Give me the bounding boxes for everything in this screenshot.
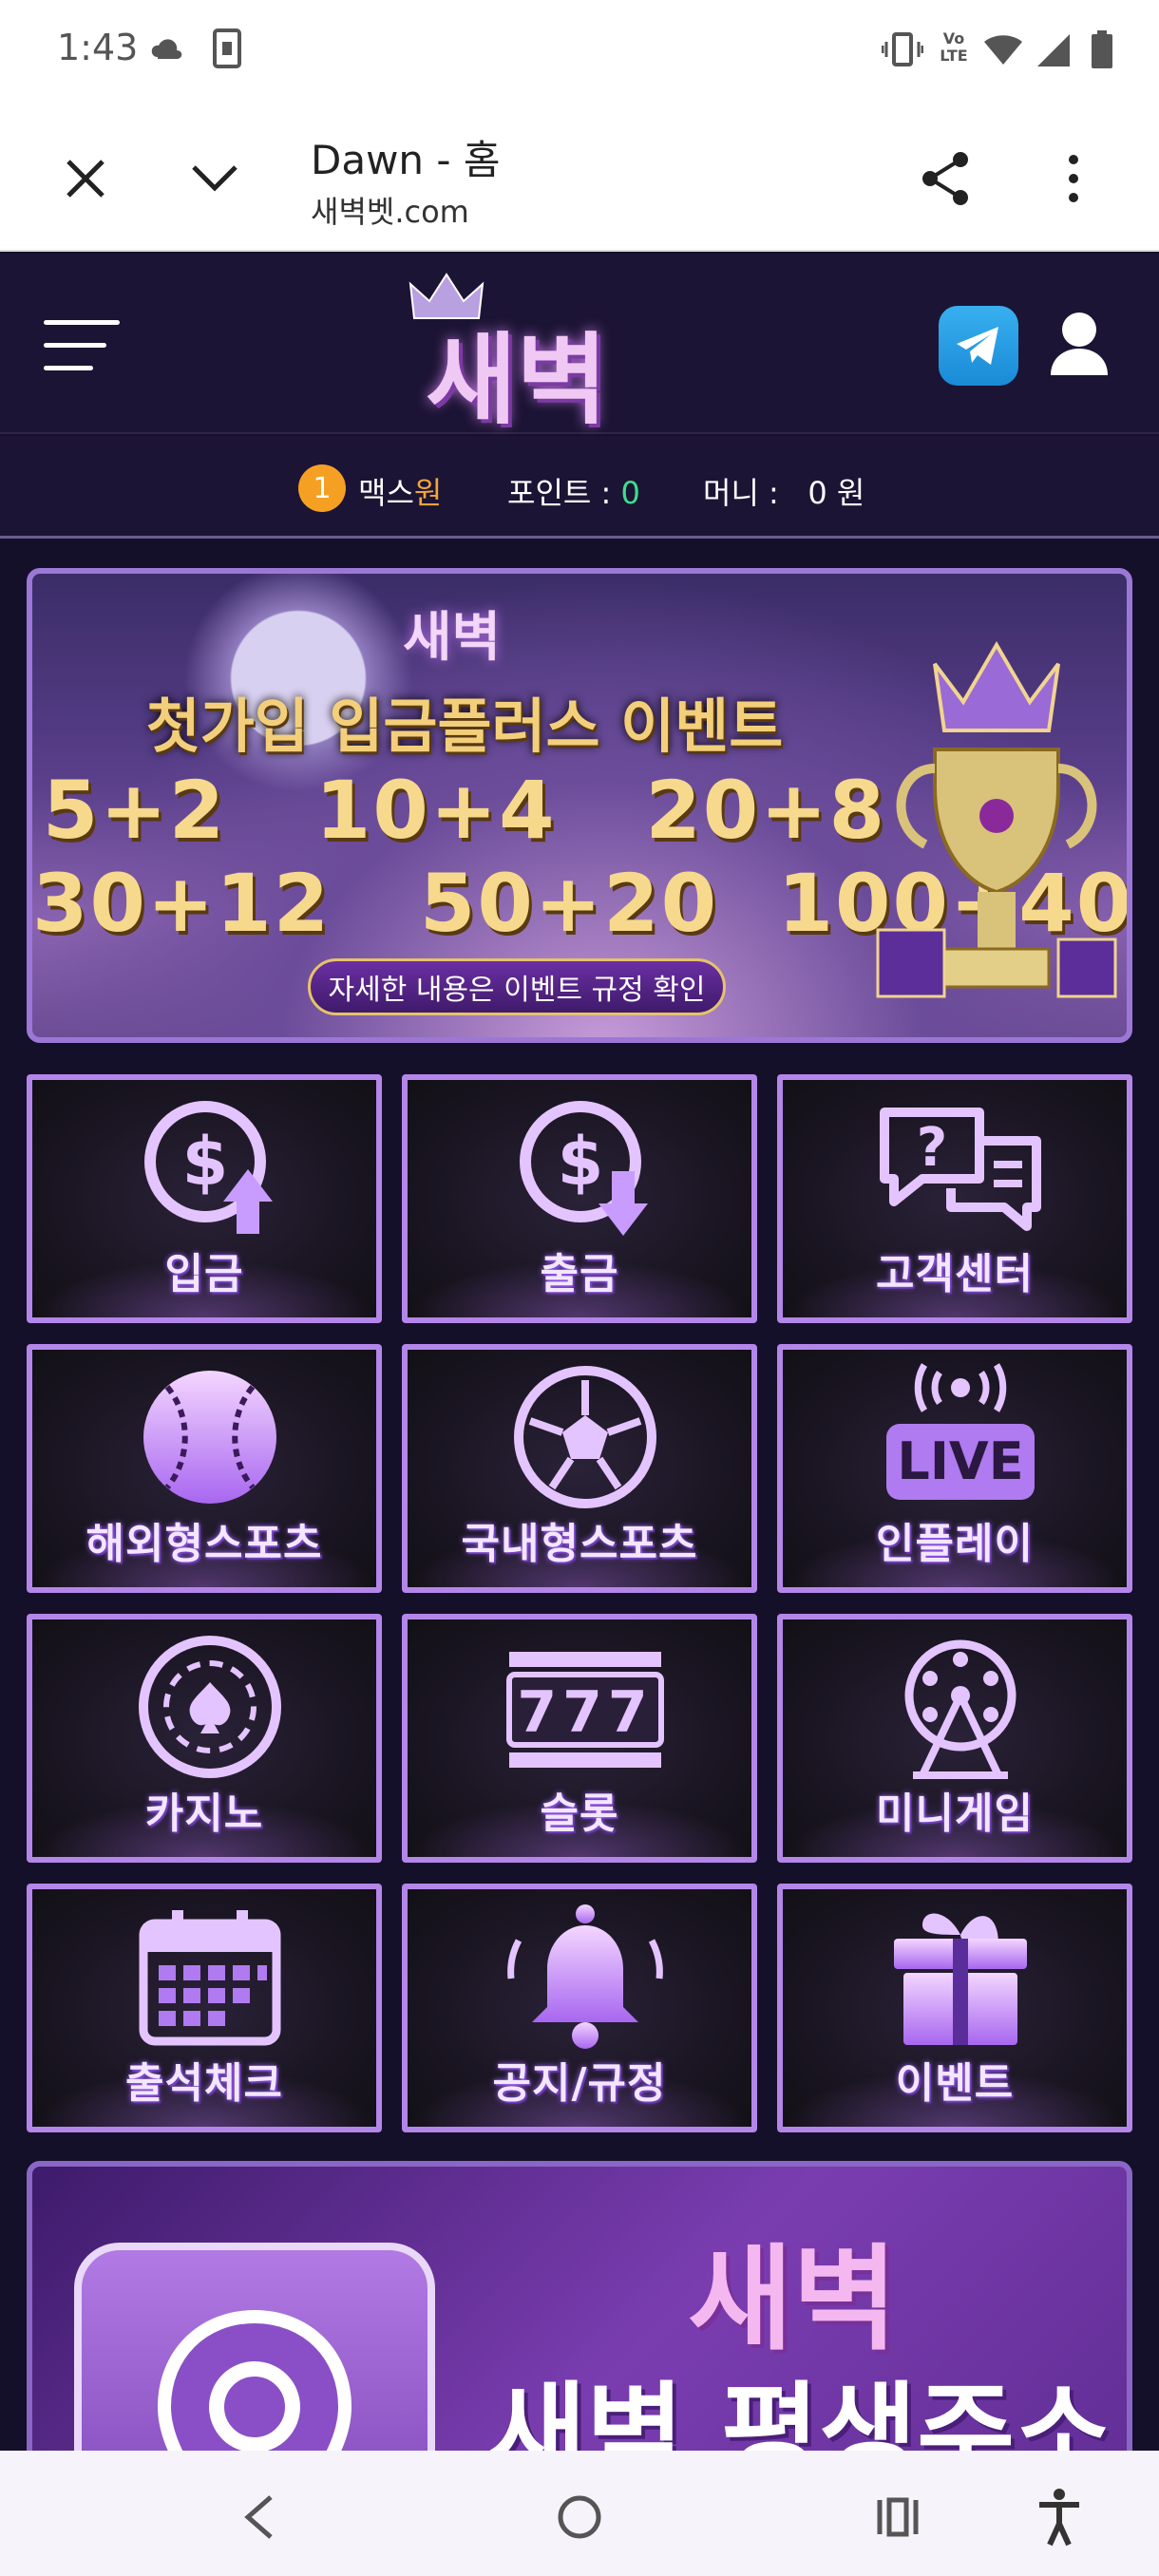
nav-recents-button[interactable] bbox=[855, 2479, 940, 2555]
menu-line bbox=[44, 343, 106, 348]
banner-bonus-row-1: 5+2 10+4 20+8 bbox=[42, 764, 887, 857]
tile-label: 출금 bbox=[540, 1250, 619, 1298]
banner-brand: 새벽 bbox=[403, 607, 502, 669]
baseball-icon bbox=[143, 1371, 276, 1504]
points-label: 포인트 : bbox=[507, 475, 621, 511]
tile-withdraw[interactable]: $ 출금 bbox=[402, 1074, 757, 1323]
close-icon bbox=[66, 160, 104, 198]
menu-line bbox=[44, 366, 93, 370]
telegram-icon bbox=[957, 327, 998, 365]
points-value: 0 bbox=[620, 475, 640, 511]
user-button[interactable] bbox=[1045, 309, 1113, 381]
page-title: Dawn - 홈 bbox=[311, 137, 501, 183]
withdraw-dollar-icon: $ bbox=[520, 1101, 648, 1236]
banner-details-button[interactable]: 자세한 내용은 이벤트 규정 확인 bbox=[308, 958, 726, 1015]
svg-text:?: ? bbox=[917, 1117, 947, 1179]
user-icon bbox=[1051, 313, 1108, 375]
calendar-icon bbox=[139, 1910, 281, 2046]
browser-toolbar: Dawn - 홈 새벽벳.com bbox=[0, 104, 1159, 252]
expand-button[interactable] bbox=[177, 141, 253, 217]
more-vert-icon bbox=[1069, 155, 1078, 202]
sim-card-icon bbox=[213, 28, 241, 68]
battery-icon bbox=[1092, 30, 1112, 68]
live-broadcast-icon: LIVE bbox=[886, 1363, 1035, 1500]
tile-label: 출석체크 bbox=[125, 2059, 283, 2108]
tile-inplay[interactable]: LIVE 인플레이 bbox=[777, 1344, 1132, 1593]
home-circle-icon bbox=[558, 2495, 601, 2539]
banner-bonus-row-2: 30+12 50+20 100+40 bbox=[32, 857, 1132, 950]
tile-label: 카지노 bbox=[144, 1790, 264, 1838]
level-badge: 1 bbox=[298, 464, 346, 512]
logo-text: 새벽 bbox=[426, 322, 608, 438]
accessibility-button[interactable] bbox=[1016, 2479, 1102, 2555]
tile-label: 공지/규정 bbox=[492, 2059, 667, 2108]
tile-label: 인플레이 bbox=[876, 1520, 1034, 1568]
svg-text:$: $ bbox=[558, 1123, 604, 1201]
tile-notice[interactable]: 공지/규정 bbox=[402, 1884, 757, 2132]
tile-slot[interactable]: 777 슬롯 bbox=[402, 1614, 757, 1863]
points: 포인트 : 0 bbox=[507, 469, 640, 513]
tile-deposit[interactable]: $ 입금 bbox=[27, 1074, 382, 1323]
vibrate-icon bbox=[882, 32, 923, 66]
bell-icon bbox=[507, 1904, 663, 2049]
gift-icon bbox=[894, 1913, 1027, 2045]
system-nav-bar bbox=[0, 2451, 1159, 2576]
back-icon bbox=[244, 2495, 273, 2539]
tile-label: 국내형스포츠 bbox=[461, 1520, 698, 1568]
tile-attendance[interactable]: 출석체크 bbox=[27, 1884, 382, 2132]
tile-label: 고객센터 bbox=[876, 1250, 1034, 1298]
signal-icon bbox=[1037, 34, 1070, 66]
tile-label: 이벤트 bbox=[895, 2059, 1015, 2108]
tile-event[interactable]: 이벤트 bbox=[777, 1884, 1132, 2132]
tile-domestic-sports[interactable]: 국내형스포츠 bbox=[402, 1344, 757, 1593]
status-bar: 1:43 Vo LTE bbox=[0, 0, 1159, 104]
tile-label: 미니게임 bbox=[876, 1790, 1034, 1838]
username[interactable]: 맥스원 bbox=[358, 469, 442, 513]
wifi-icon bbox=[984, 35, 1022, 65]
tile-label: 입금 bbox=[164, 1250, 244, 1298]
ferris-wheel-icon bbox=[904, 1639, 1016, 1779]
telegram-button[interactable] bbox=[939, 306, 1018, 386]
menu-button[interactable] bbox=[44, 320, 120, 373]
more-options-button[interactable] bbox=[1036, 141, 1112, 217]
nav-back-button[interactable] bbox=[217, 2479, 302, 2555]
cloud-icon bbox=[151, 39, 182, 59]
money: 머니 : 0 원 bbox=[703, 475, 865, 511]
tile-overseas-sports[interactable]: 해외형스포츠 bbox=[27, 1344, 382, 1593]
username-highlight: 원 bbox=[413, 475, 443, 511]
live-badge: LIVE bbox=[897, 1431, 1023, 1491]
share-button[interactable] bbox=[907, 141, 983, 217]
accessibility-icon bbox=[1039, 2489, 1079, 2547]
svg-text:$: $ bbox=[182, 1123, 229, 1201]
chevron-down-icon bbox=[192, 165, 238, 192]
share-icon bbox=[922, 152, 968, 205]
tile-label: 해외형스포츠 bbox=[86, 1520, 323, 1568]
trophy-icon bbox=[876, 641, 1117, 998]
slot-machine-icon: 777 bbox=[506, 1652, 664, 1768]
menu-line bbox=[44, 320, 120, 325]
user-info-bar: 1 맥스원 포인트 : 0 머니 : 0 원 bbox=[0, 436, 1159, 539]
tile-customer-center[interactable]: ? 고객센터 bbox=[777, 1074, 1132, 1323]
deposit-dollar-icon: $ bbox=[144, 1101, 273, 1234]
close-tab-button[interactable] bbox=[48, 141, 124, 217]
username-prefix: 맥스 bbox=[358, 475, 414, 511]
tile-mini-game[interactable]: 미니게임 bbox=[777, 1614, 1132, 1863]
recents-icon bbox=[877, 2497, 919, 2537]
volte-icon: Vo LTE bbox=[940, 29, 968, 65]
slot-badge: 777 bbox=[517, 1679, 653, 1746]
tile-label: 슬롯 bbox=[540, 1790, 619, 1838]
nav-home-button[interactable] bbox=[537, 2479, 622, 2555]
banner-title: 첫가입 입금플러스 이벤트 bbox=[145, 691, 784, 761]
site-logo[interactable]: 새벽 bbox=[399, 271, 636, 438]
casino-chip-icon bbox=[139, 1636, 281, 1778]
status-time: 1:43 bbox=[57, 27, 139, 68]
chat-help-icon: ? bbox=[880, 1108, 1041, 1231]
tile-casino[interactable]: 카지노 bbox=[27, 1614, 382, 1863]
event-banner[interactable]: 새벽 첫가입 입금플러스 이벤트 5+2 10+4 20+8 30+12 50+… bbox=[27, 568, 1132, 1043]
page-url: 새벽벳.com bbox=[311, 194, 469, 230]
soccer-ball-icon bbox=[514, 1366, 656, 1508]
site-header: 새벽 bbox=[0, 254, 1159, 438]
